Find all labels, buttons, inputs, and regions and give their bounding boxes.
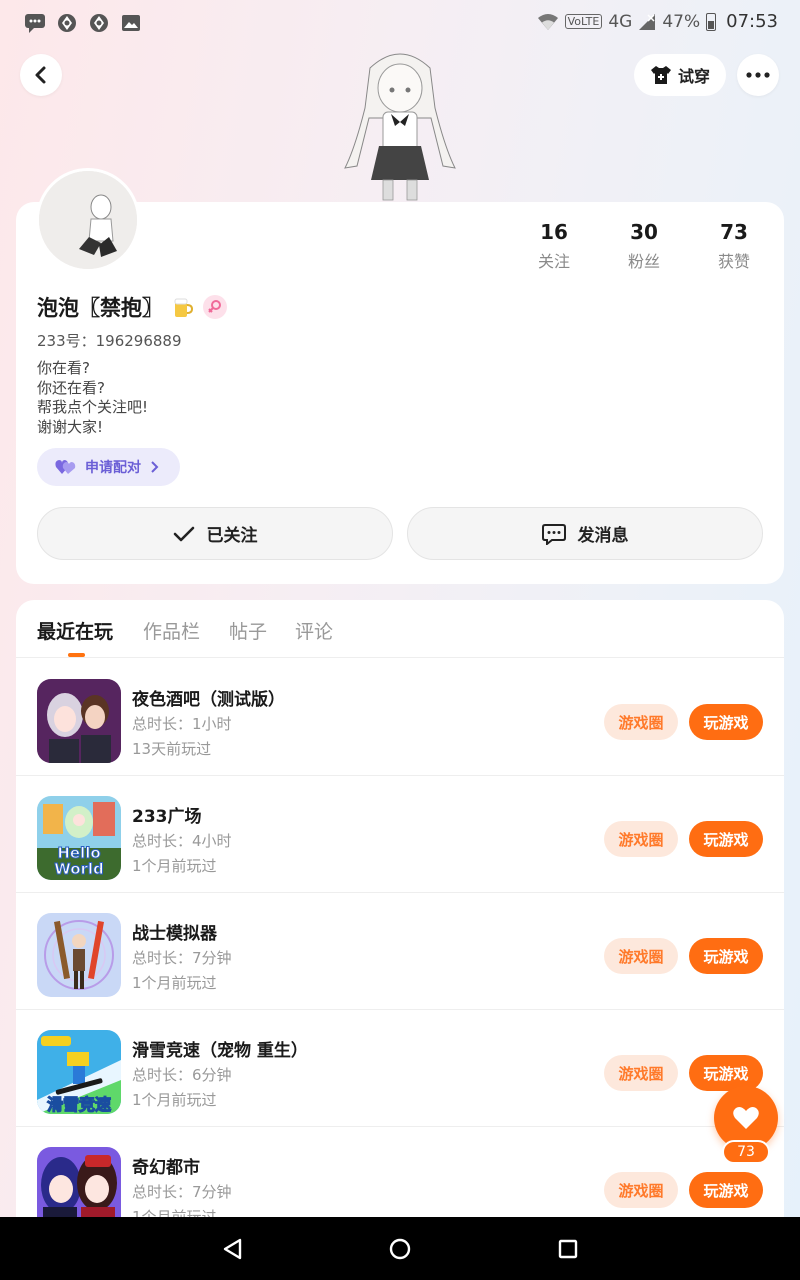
stat-label: 获赞 [717, 252, 750, 271]
game-row[interactable]: Hello World 233广场 总时长：4小时 1个月前玩过 游戏圈 玩游戏 [16, 776, 784, 893]
status-bar: VoLTE 4G 47% 07:53 [0, 0, 800, 46]
tshirt-icon [650, 66, 671, 84]
female-icon [203, 295, 227, 319]
nav-home-icon[interactable] [388, 1237, 412, 1261]
recent-games-card: 最近在玩 作品栏 帖子 评论 夜色酒吧（测试版） 总时长：1小时 13天前玩过 … [16, 600, 784, 1240]
status-right: VoLTE 4G 47% 07:53 [537, 11, 778, 32]
game-duration: 总时长：7分钟 [132, 949, 232, 967]
tab-comments[interactable]: 评论 [295, 617, 333, 644]
game-title: 奇幻都市 [132, 1158, 200, 1178]
heart-icon [733, 1107, 759, 1129]
stat-label: 粉丝 [627, 252, 660, 271]
chevron-left-icon [35, 66, 46, 84]
nav-recents-icon[interactable] [556, 1237, 580, 1261]
user-id: 233号：196296889 [37, 332, 182, 350]
battery-icon [706, 12, 717, 31]
message-icon [25, 14, 45, 33]
bio: 你在看? 你还在看? 帮我点个关注吧! 谢谢大家! [37, 359, 148, 437]
game-title: 战士模拟器 [132, 924, 217, 944]
stat-followers[interactable]: 30 粉丝 [604, 220, 684, 272]
game-title: 233广场 [132, 807, 202, 827]
tab-recent-play[interactable]: 最近在玩 [37, 617, 113, 644]
game-duration: 总时长：1小时 [132, 715, 232, 733]
name-row: 泡泡〖禁抱〗 [37, 292, 227, 322]
ski-race-icon[interactable]: 滑雪竞速 [37, 1030, 121, 1114]
game-row[interactable]: 滑雪竞速 滑雪竞速（宠物 重生） 总时长：6分钟 1个月前玩过 游戏圈 玩游戏 [16, 1010, 784, 1127]
game-row[interactable]: 夜色酒吧（测试版） 总时长：1小时 13天前玩过 游戏圈 玩游戏 [16, 659, 784, 776]
stat-label: 关注 [537, 252, 570, 271]
game-circle-button[interactable]: 游戏圈 [604, 938, 678, 974]
game-circle-button[interactable]: 游戏圈 [604, 704, 678, 740]
stat-value: 73 [720, 220, 748, 244]
signal-icon [639, 13, 656, 30]
game-last-played: 1个月前玩过 [132, 857, 217, 875]
bio-line: 帮我点个关注吧! [37, 398, 149, 416]
send-message-label: 发消息 [577, 526, 629, 546]
check-icon [173, 526, 194, 541]
game-last-played: 1个月前玩过 [132, 1091, 217, 1109]
clock: 07:53 [726, 11, 778, 32]
play-game-button[interactable]: 玩游戏 [689, 704, 763, 740]
app-notify-icon [58, 14, 76, 32]
game-title: 夜色酒吧（测试版） [132, 690, 285, 710]
image-icon [122, 15, 140, 31]
battery-percent: 47% [662, 11, 701, 32]
app-notify-icon [90, 14, 108, 32]
stat-likes[interactable]: 73 获赞 [694, 220, 774, 272]
play-game-button[interactable]: 玩游戏 [689, 1172, 763, 1208]
try-on-button[interactable]: 试穿 [634, 54, 726, 96]
wifi-icon [537, 13, 558, 30]
game-circle-button[interactable]: 游戏圈 [604, 1055, 678, 1091]
avatar-image [39, 171, 137, 269]
night-bar-icon[interactable] [37, 679, 121, 763]
avatar-figure[interactable] [335, 48, 465, 203]
followed-label: 已关注 [206, 526, 258, 546]
tab-posts[interactable]: 帖子 [229, 617, 267, 644]
play-game-button[interactable]: 玩游戏 [689, 821, 763, 857]
tab-works[interactable]: 作品栏 [143, 617, 200, 644]
nav-back-icon[interactable] [221, 1237, 245, 1261]
stat-following[interactable]: 16 关注 [514, 220, 594, 272]
apply-pair-label: 申请配对 [85, 460, 141, 476]
game-circle-button[interactable]: 游戏圈 [604, 821, 678, 857]
game-duration: 总时长：4小时 [132, 832, 232, 850]
warrior-icon[interactable] [37, 913, 121, 997]
volte-badge: VoLTE [564, 14, 603, 29]
play-game-button[interactable]: 玩游戏 [689, 938, 763, 974]
hello-world-icon[interactable]: Hello World [37, 796, 121, 880]
game-icon-text: 滑雪竞速 [47, 1095, 111, 1114]
bio-line: 谢谢大家! [37, 417, 104, 436]
chevron-right-icon [151, 461, 159, 473]
chat-icon [541, 523, 566, 545]
game-circle-button[interactable]: 游戏圈 [604, 1172, 678, 1208]
game-last-played: 13天前玩过 [132, 740, 212, 758]
tab-indicator [68, 653, 85, 657]
followed-button[interactable]: 已关注 [37, 507, 393, 560]
more-button[interactable] [737, 54, 779, 96]
network-type: 4G [608, 11, 633, 32]
game-row[interactable]: 战士模拟器 总时长：7分钟 1个月前玩过 游戏圈 玩游戏 [16, 893, 784, 1010]
like-count: 73 [722, 1140, 770, 1164]
try-on-label: 试穿 [677, 67, 710, 86]
more-dots-icon [746, 72, 770, 78]
system-nav-bar [0, 1217, 800, 1280]
game-title: 滑雪竞速（宠物 重生） [132, 1041, 308, 1061]
game-duration: 总时长：7分钟 [132, 1183, 232, 1201]
user-name: 泡泡〖禁抱〗 [37, 296, 163, 320]
back-button[interactable] [20, 54, 62, 96]
game-duration: 总时长：6分钟 [132, 1066, 232, 1084]
game-icon-text: World [54, 860, 104, 878]
stat-value: 16 [540, 220, 568, 244]
profile-tabs: 最近在玩 作品栏 帖子 评论 [16, 600, 784, 658]
double-heart-icon [55, 460, 76, 474]
beer-badge-icon [174, 298, 194, 317]
bio-line: 你在看? [37, 359, 90, 377]
stat-value: 30 [630, 220, 658, 244]
apply-pair-button[interactable]: 申请配对 [37, 448, 180, 486]
avatar[interactable] [36, 168, 140, 272]
game-last-played: 1个月前玩过 [132, 974, 217, 992]
send-message-button[interactable]: 发消息 [407, 507, 763, 560]
bio-line: 你还在看? [37, 378, 105, 397]
